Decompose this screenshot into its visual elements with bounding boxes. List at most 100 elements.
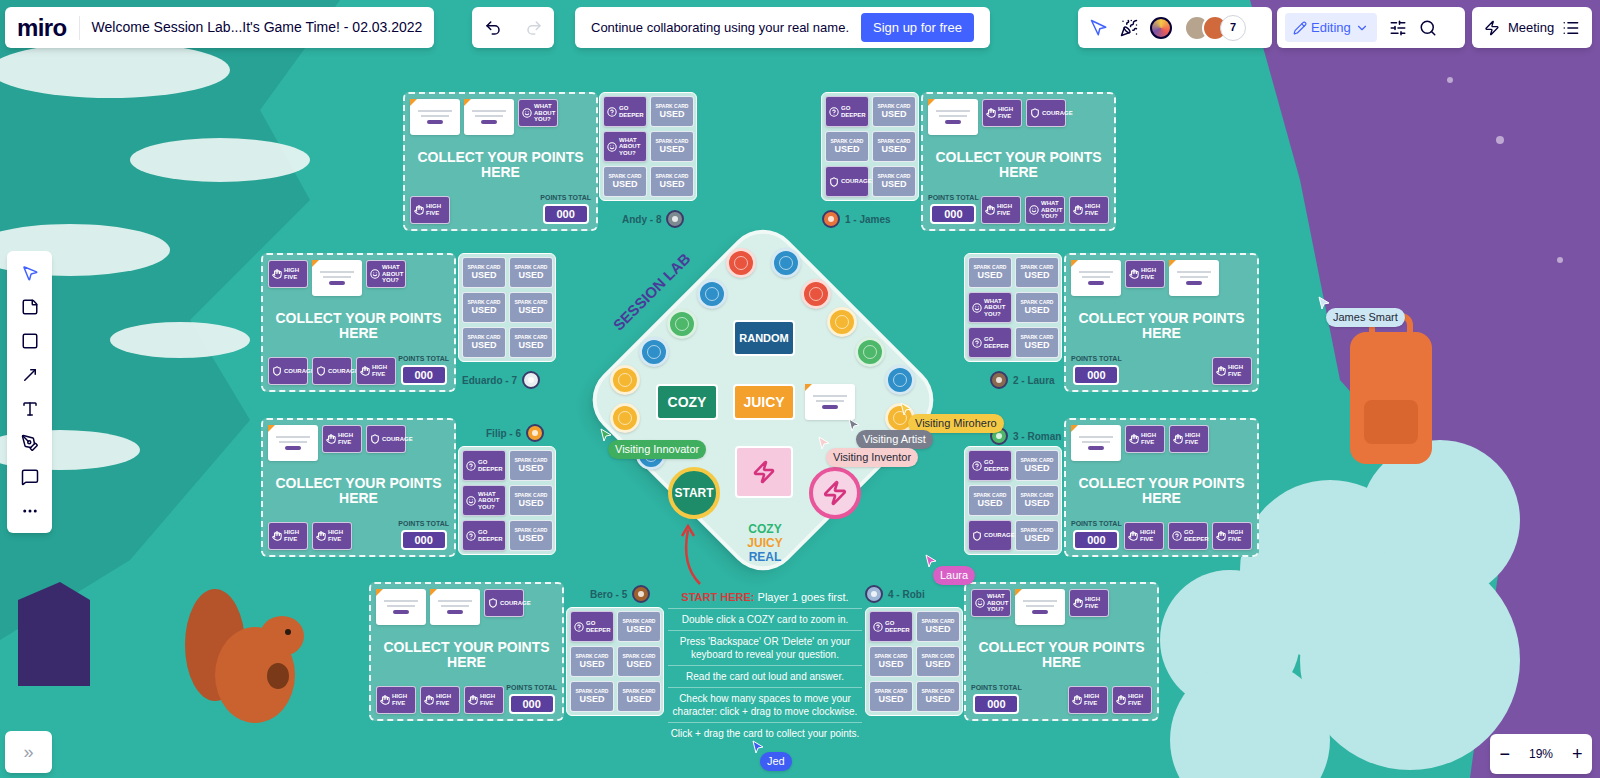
spark-card[interactable]: COURAGE <box>968 520 1012 551</box>
search-icon[interactable] <box>1419 19 1437 37</box>
question-card[interactable] <box>1071 260 1121 296</box>
spark-card[interactable]: WHAT ABOUT YOU? <box>971 589 1011 617</box>
board-menu[interactable]: miroWelcome Session Lab...It's Game Time… <box>5 7 434 48</box>
spark-card[interactable]: HIGH FIVE <box>312 522 352 550</box>
reactions-icon[interactable] <box>1120 19 1138 37</box>
spark-card[interactable]: HIGH FIVE <box>1069 196 1109 224</box>
spark-card[interactable]: HIGH FIVE <box>981 196 1021 224</box>
spark-card[interactable]: WHAT ABOUT YOU? <box>1025 196 1065 224</box>
meeting-button[interactable]: Meeting <box>1508 18 1554 38</box>
spark-card[interactable]: COURAGE <box>1026 99 1066 127</box>
question-card[interactable] <box>410 99 460 135</box>
question-card[interactable] <box>1015 589 1065 625</box>
toolbar-button[interactable] <box>15 297 45 317</box>
spark-card[interactable]: HIGH FIVE <box>1112 686 1152 714</box>
spark-card[interactable]: GO DEEPER <box>462 520 506 551</box>
spark-card[interactable]: HIGH FIVE <box>1212 357 1252 385</box>
spark-card[interactable]: HIGH FIVE <box>1169 425 1209 453</box>
spark-card[interactable]: HIGH FIVE <box>1124 522 1164 550</box>
question-card[interactable] <box>928 99 978 135</box>
timer-icon[interactable] <box>1150 17 1172 39</box>
redo-icon[interactable] <box>525 19 543 37</box>
miro-logo[interactable]: miro <box>5 10 79 46</box>
board-space[interactable] <box>610 365 640 395</box>
real-deck[interactable] <box>735 446 793 498</box>
board-space[interactable] <box>885 365 915 395</box>
mode-dropdown[interactable]: Editing <box>1285 13 1377 43</box>
collaborator-count[interactable]: 7 <box>1220 15 1246 41</box>
board-space[interactable] <box>697 279 727 309</box>
cozy-deck[interactable]: COZY <box>656 384 718 420</box>
toolbar-button[interactable] <box>15 501 45 521</box>
question-card[interactable] <box>268 425 318 461</box>
toolbar-button[interactable] <box>15 399 45 419</box>
board-space[interactable] <box>801 279 831 309</box>
follow-icon[interactable] <box>1090 19 1108 37</box>
player-avatar[interactable] <box>990 371 1008 389</box>
spark-card[interactable]: GO DEEPER <box>570 611 614 642</box>
board-space[interactable] <box>610 403 640 433</box>
player-avatar[interactable] <box>526 424 544 442</box>
spark-card[interactable]: WHAT ABOUT YOU? <box>968 292 1012 323</box>
player-avatar[interactable] <box>632 585 650 603</box>
spark-card[interactable]: HIGH FIVE <box>1125 260 1165 288</box>
spark-card[interactable]: HIGH FIVE <box>322 425 362 453</box>
spark-card[interactable]: HIGH FIVE <box>410 196 450 224</box>
juicy-deck[interactable]: JUICY <box>733 384 795 420</box>
zoom-in-button[interactable]: + <box>1572 745 1583 763</box>
spark-card[interactable]: GO DEEPER <box>968 450 1012 481</box>
spark-card[interactable]: COURAGE <box>366 425 406 453</box>
spark-card[interactable]: HIGH FIVE <box>982 99 1022 127</box>
board-space[interactable] <box>639 337 669 367</box>
player-avatar[interactable] <box>865 585 883 603</box>
spark-card[interactable]: GO DEEPER <box>869 611 913 642</box>
spark-card[interactable]: HIGH FIVE <box>464 686 504 714</box>
spark-card[interactable]: COURAGE <box>484 589 524 617</box>
spark-card[interactable]: HIGH FIVE <box>1125 425 1165 453</box>
spark-card[interactable]: GO DEEPER <box>603 96 647 127</box>
toolbar-button[interactable] <box>15 433 45 453</box>
player-avatar[interactable] <box>666 210 684 228</box>
board-list-icon[interactable] <box>1562 19 1580 37</box>
board-title[interactable]: Welcome Session Lab...It's Game Time! - … <box>80 17 423 38</box>
undo-icon[interactable] <box>484 19 502 37</box>
lightning-space[interactable] <box>809 467 861 519</box>
spark-card[interactable]: GO DEEPER <box>968 327 1012 358</box>
spark-card[interactable]: GO DEEPER <box>462 450 506 481</box>
spark-card[interactable]: HIGH FIVE <box>268 260 308 288</box>
player-avatar[interactable] <box>522 371 540 389</box>
question-card[interactable] <box>464 99 514 135</box>
toolbar-button[interactable] <box>15 467 45 487</box>
spark-card[interactable]: GO DEEPER <box>1168 522 1208 550</box>
spark-card[interactable]: COURAGE <box>312 357 352 385</box>
board-space[interactable] <box>726 248 756 278</box>
spark-card[interactable]: WHAT ABOUT YOU? <box>462 485 506 516</box>
board-space[interactable] <box>667 309 697 339</box>
settings-icon[interactable] <box>1389 19 1407 37</box>
spark-card[interactable]: WHAT ABOUT YOU? <box>603 131 647 162</box>
spark-card[interactable]: COURAGE <box>825 166 869 197</box>
spark-card[interactable]: WHAT ABOUT YOU? <box>518 99 558 127</box>
toolbar-button[interactable] <box>15 365 45 385</box>
board-space[interactable] <box>827 307 857 337</box>
start-space[interactable]: START <box>668 467 720 519</box>
spark-card[interactable]: HIGH FIVE <box>1069 589 1109 617</box>
question-card[interactable] <box>430 589 480 625</box>
question-card[interactable] <box>312 260 362 296</box>
spark-card[interactable]: HIGH FIVE <box>1068 686 1108 714</box>
spark-card[interactable]: HIGH FIVE <box>1212 522 1252 550</box>
question-card[interactable] <box>376 589 426 625</box>
random-deck[interactable]: RANDOM <box>733 320 795 356</box>
spark-card[interactable]: HIGH FIVE <box>420 686 460 714</box>
spark-card[interactable]: HIGH FIVE <box>376 686 416 714</box>
spark-card[interactable]: HIGH FIVE <box>356 357 396 385</box>
board-space[interactable] <box>855 337 885 367</box>
toolbar-button[interactable] <box>15 263 45 283</box>
zoom-out-button[interactable]: − <box>1499 745 1510 763</box>
toolbar-button[interactable] <box>15 331 45 351</box>
expand-button[interactable]: » <box>5 731 52 773</box>
question-card[interactable] <box>805 384 855 420</box>
spark-card[interactable]: HIGH FIVE <box>268 522 308 550</box>
spark-card[interactable]: COURAGE <box>268 357 308 385</box>
spark-card[interactable]: GO DEEPER <box>825 96 869 127</box>
